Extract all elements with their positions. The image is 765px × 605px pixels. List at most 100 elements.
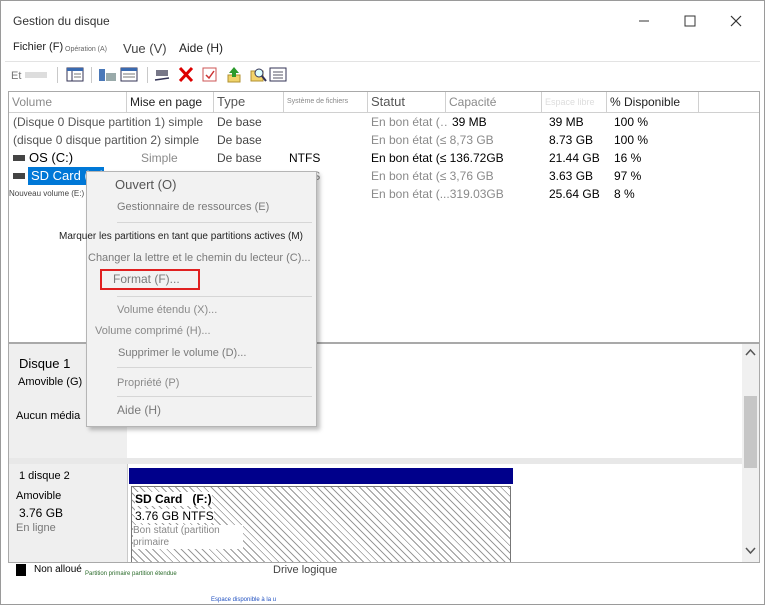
context-menu: Ouvert (O) Gestionnaire de ressources (E… <box>59 171 317 427</box>
disk2-size: 3.76 GB <box>19 506 64 520</box>
volume-row[interactable]: OS (C:) Simple De base NTFS En bon état … <box>9 149 759 167</box>
disk1-media: Aucun média <box>16 410 81 422</box>
lower-scrollbar[interactable] <box>742 344 759 562</box>
col-status[interactable]: Statut <box>368 92 446 112</box>
menu-format[interactable]: Format (F)... <box>113 272 180 286</box>
volume-status: En bon état (≤ 3,76 GB <box>371 169 494 183</box>
menu-mark-active[interactable]: Marquer les partitions en tant que parti… <box>59 231 303 242</box>
partition-letter: (F:) <box>192 492 212 506</box>
sd-card-partition[interactable]: SD Card (F:) 3.76 GB NTFS Bon statut (pa… <box>129 468 513 562</box>
close-icon <box>730 15 742 27</box>
menu-explore[interactable]: Gestionnaire de ressources (E) <box>117 201 269 213</box>
volume-row[interactable]: (disque 0 disque partition 2) simple De … <box>9 131 759 149</box>
console-tree-icon[interactable] <box>66 66 84 83</box>
menu-separator <box>117 367 312 368</box>
scroll-up-icon[interactable] <box>745 348 756 356</box>
disk-list-icon[interactable] <box>97 66 139 83</box>
menu-separator <box>117 296 312 297</box>
menu-help[interactable]: Aide (H) <box>179 41 223 55</box>
delete-icon[interactable] <box>177 66 195 83</box>
volume-status: En bon état (… <box>371 115 449 129</box>
partition-label: SD Card (F:) <box>135 492 212 506</box>
volume-layout: Simple <box>141 151 178 165</box>
volume-percent: 8 % <box>614 187 635 201</box>
volume-status: En bon état (≤ 8,73 GB <box>371 133 494 147</box>
menu-separator <box>117 396 312 397</box>
disk2-state: En ligne <box>16 522 56 534</box>
legend-extended: partition étendue <box>132 571 177 577</box>
volume-free: 25.64 GB <box>549 187 600 201</box>
toolbar-separator <box>91 67 92 83</box>
menu-delete[interactable]: Supprimer le volume (D)... <box>118 347 246 359</box>
partition-status: Bon statut (partition primaire <box>133 525 243 549</box>
volume-free: 3.63 GB <box>549 169 594 183</box>
disk1-name: Disque 1 <box>19 356 71 371</box>
menu-operation[interactable]: Opération (A) <box>65 46 107 53</box>
legend-primary: Partition primaire <box>85 571 131 577</box>
export-icon[interactable] <box>225 66 243 83</box>
menu-shrink[interactable]: Volume comprimé (H)... <box>95 325 211 337</box>
volume-free: 39 MB <box>549 115 584 129</box>
col-type[interactable]: Type <box>214 92 284 112</box>
legend-free: Espace disponible à la u <box>211 597 277 603</box>
volume-list-header: Volume Mise en page Type Système de fich… <box>9 92 759 113</box>
col-capacity[interactable]: Capacité <box>446 92 542 112</box>
minimize-button[interactable] <box>621 7 667 35</box>
volume-row[interactable]: (Disque 0 Disque partition 1) simple De … <box>9 113 759 131</box>
window-title: Gestion du disque <box>13 14 110 28</box>
menu-file[interactable]: Fichier (F) <box>13 41 63 53</box>
back-icon[interactable]: Et <box>9 66 49 83</box>
menu-view[interactable]: Vue (V) <box>123 41 167 56</box>
disk2-kind: Amovible <box>16 490 62 502</box>
volume-percent: 100 % <box>614 133 649 147</box>
volume-name: (disque 0 disque partition 2) simple <box>13 133 200 147</box>
settings-list-icon[interactable] <box>269 66 287 83</box>
menu-help-item[interactable]: Aide (H) <box>117 403 161 417</box>
legend-logical: Drive logique <box>273 564 338 576</box>
col-percent[interactable]: % Disponible <box>607 92 699 112</box>
svg-text:Et: Et <box>11 70 21 82</box>
toolbar-separator <box>57 67 58 83</box>
toolbar: Et <box>5 61 760 88</box>
volume-status: En bon état (...319.03GB <box>371 187 504 201</box>
volume-status: En bon état (≤ 136.72GB <box>371 151 504 165</box>
drive-icon <box>13 173 25 179</box>
volume-type: De base <box>217 133 262 147</box>
scroll-down-icon[interactable] <box>745 547 756 555</box>
volume-percent: 100 % <box>614 115 649 129</box>
menu-separator <box>117 222 312 223</box>
close-button[interactable] <box>713 7 759 35</box>
volume-percent: 16 % <box>614 151 642 165</box>
volume-name: (Disque 0 Disque partition 1) simple <box>13 115 204 129</box>
check-icon[interactable] <box>201 66 219 83</box>
menu-properties[interactable]: Propriété (P) <box>117 377 179 389</box>
col-volume[interactable]: Volume <box>9 92 127 112</box>
col-filesystem[interactable]: Système de fichiers <box>284 92 368 112</box>
unallocated-swatch <box>16 564 26 576</box>
partition-size: 3.76 GB NTFS <box>135 509 214 523</box>
volume-name: OS (C:) <box>29 150 74 165</box>
connect-icon[interactable] <box>153 66 171 83</box>
minimize-icon <box>639 20 649 22</box>
disk1-kind: Amovible (G) <box>18 376 83 388</box>
menu-open[interactable]: Ouvert (O) <box>115 177 176 192</box>
volume-fs: NTFS <box>289 151 321 165</box>
maximize-icon <box>684 15 696 27</box>
col-free[interactable]: Espace libre <box>542 92 607 112</box>
col-layout[interactable]: Mise en page <box>127 92 214 112</box>
partition-name: SD Card <box>135 492 183 506</box>
scroll-thumb[interactable] <box>744 396 757 468</box>
volume-free: 21.44 GB <box>549 151 600 165</box>
legend-bar: Non alloué Partition primaire partition … <box>8 562 758 603</box>
title-bar: Gestion du disque <box>1 1 764 35</box>
primary-partition-bar <box>129 468 513 484</box>
volume-name: Nouveau volume (E:) <box>9 189 85 198</box>
disk2-label[interactable]: 1 disque 2 Amovible 3.76 GB En ligne <box>9 464 128 562</box>
menu-change-letter[interactable]: Changer la lettre et le chemin du lecteu… <box>88 252 311 264</box>
search-icon[interactable] <box>249 66 267 83</box>
volume-type: De base <box>217 115 262 129</box>
drive-icon <box>13 155 25 161</box>
menu-extend[interactable]: Volume étendu (X)... <box>117 304 217 316</box>
volume-type: De base <box>217 151 262 165</box>
maximize-button[interactable] <box>667 7 713 35</box>
